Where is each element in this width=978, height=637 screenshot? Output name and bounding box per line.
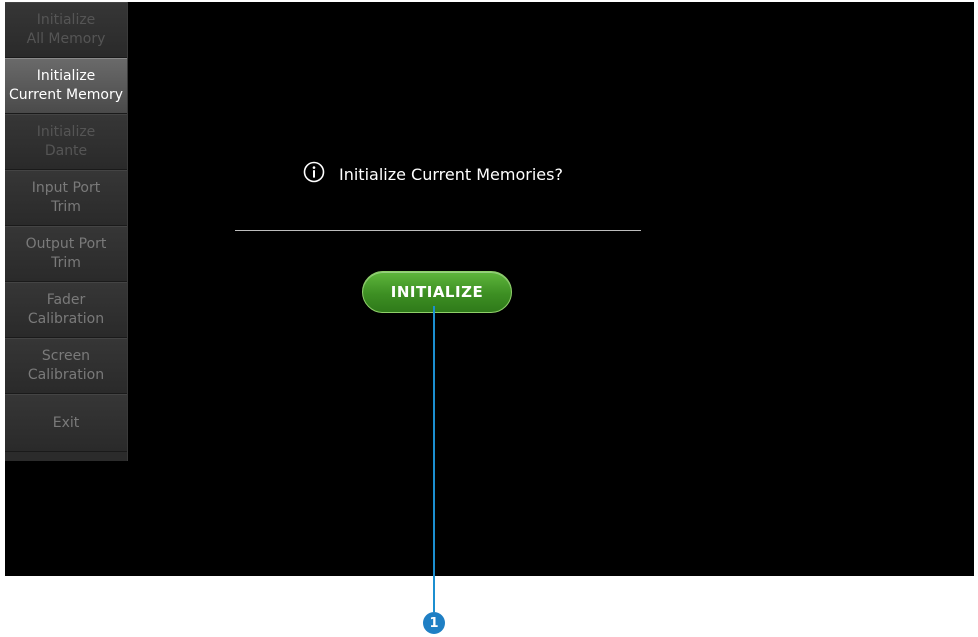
sidebar-item-output-port-trim[interactable]: Output Port Trim <box>5 226 127 282</box>
sidebar-item-exit[interactable]: Exit <box>5 394 127 452</box>
divider <box>235 230 641 231</box>
sidebar: Initialize All Memory Initialize Current… <box>5 2 128 461</box>
sidebar-item-initialize-dante[interactable]: Initialize Dante <box>5 114 127 170</box>
device-screen: Initialize All Memory Initialize Current… <box>5 2 974 576</box>
initialize-button[interactable]: INITIALIZE <box>362 271 512 313</box>
sidebar-item-screen-calibration[interactable]: Screen Calibration <box>5 338 127 394</box>
confirm-message-row: Initialize Current Memories? <box>303 161 563 187</box>
confirm-message: Initialize Current Memories? <box>339 164 563 184</box>
sidebar-item-initialize-current-memory[interactable]: Initialize Current Memory <box>5 58 127 114</box>
callout-line <box>433 306 435 612</box>
sidebar-item-fader-calibration[interactable]: Fader Calibration <box>5 282 127 338</box>
info-icon <box>303 161 339 187</box>
sidebar-item-initialize-all-memory[interactable]: Initialize All Memory <box>5 2 127 58</box>
callout-badge: 1 <box>423 612 445 634</box>
sidebar-item-input-port-trim[interactable]: Input Port Trim <box>5 170 127 226</box>
